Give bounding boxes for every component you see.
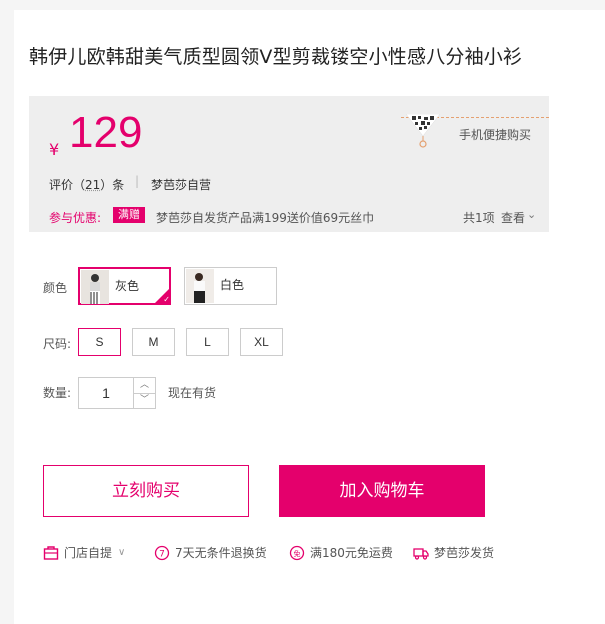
- service-label: 梦芭莎发货: [434, 546, 495, 560]
- product-thumbnail-white: [186, 269, 214, 303]
- service-free-shipping: 免 满180元免运费: [289, 544, 393, 561]
- add-to-cart-button[interactable]: 加入购物车: [279, 465, 485, 517]
- size-option-xl[interactable]: XL: [240, 328, 283, 356]
- svg-text:7: 7: [159, 549, 165, 559]
- stock-status: 现在有货: [168, 386, 217, 400]
- color-option-label: 白色: [220, 278, 245, 292]
- chevron-down-icon[interactable]: ⌄: [527, 208, 536, 221]
- quantity-decrease-button[interactable]: ﹀: [134, 393, 155, 408]
- service-shipping: 梦芭莎发货: [413, 544, 494, 561]
- quantity-input[interactable]: [79, 378, 134, 408]
- buy-now-button[interactable]: 立刻购买: [43, 465, 249, 517]
- selected-check-icon: ✓: [155, 289, 170, 304]
- qr-code-icon[interactable]: [406, 114, 440, 148]
- promo-count: 共1项: [463, 211, 495, 225]
- service-returns: 7 7天无条件退换货: [154, 544, 267, 561]
- separator: |: [135, 174, 140, 188]
- free-shipping-icon: 免: [289, 545, 305, 560]
- return-icon: 7: [154, 545, 170, 560]
- review-count[interactable]: 21: [85, 178, 100, 192]
- service-label: 满180元免运费: [310, 546, 393, 560]
- size-option-l[interactable]: L: [186, 328, 229, 356]
- color-option-label: 灰色: [115, 279, 140, 293]
- review-suffix: ）条: [100, 178, 125, 192]
- truck-icon: [413, 547, 429, 560]
- service-label: 7天无条件退换货: [175, 546, 267, 560]
- service-label: 门店自提: [64, 546, 113, 560]
- product-thumbnail-gray: [81, 270, 109, 304]
- quantity-stepper: ︿ ﹀: [78, 377, 156, 409]
- color-label: 颜色: [43, 281, 68, 295]
- store-icon: [43, 545, 59, 560]
- store-label: 梦芭莎自营: [151, 178, 212, 192]
- product-title: 韩伊儿欧韩甜美气质型圆领V型剪裁镂空小性感八分袖小衫: [29, 46, 523, 68]
- color-option-white[interactable]: 白色: [184, 267, 277, 305]
- price-panel: ¥ 129 评价（21）条 | 梦芭莎自营 手机便捷购买 参与优惠: 满赠 梦芭…: [29, 96, 549, 232]
- size-label: 尺码:: [43, 337, 72, 351]
- color-option-gray[interactable]: 灰色 ✓: [78, 267, 171, 305]
- promo-view-link[interactable]: 查看: [501, 209, 525, 226]
- size-option-m[interactable]: M: [132, 328, 175, 356]
- price-value: 129: [69, 108, 143, 157]
- size-option-s[interactable]: S: [78, 328, 121, 356]
- review-prefix: 评价（: [49, 178, 86, 192]
- promo-text: 梦芭莎自发货产品满199送价值69元丝巾: [156, 211, 375, 225]
- promo-label: 参与优惠:: [49, 211, 102, 225]
- quantity-increase-button[interactable]: ︿: [134, 378, 155, 394]
- svg-text:免: 免: [294, 549, 301, 558]
- mobile-buy-link[interactable]: 手机便捷购买: [459, 126, 531, 143]
- service-store-pickup[interactable]: 门店自提 ∨: [43, 544, 125, 561]
- review-info[interactable]: 评价（21）条: [49, 176, 124, 193]
- currency-symbol: ¥: [49, 140, 60, 159]
- chevron-down-icon[interactable]: ∨: [118, 547, 125, 558]
- quantity-label: 数量:: [43, 386, 72, 400]
- promo-badge: 满赠: [113, 207, 145, 223]
